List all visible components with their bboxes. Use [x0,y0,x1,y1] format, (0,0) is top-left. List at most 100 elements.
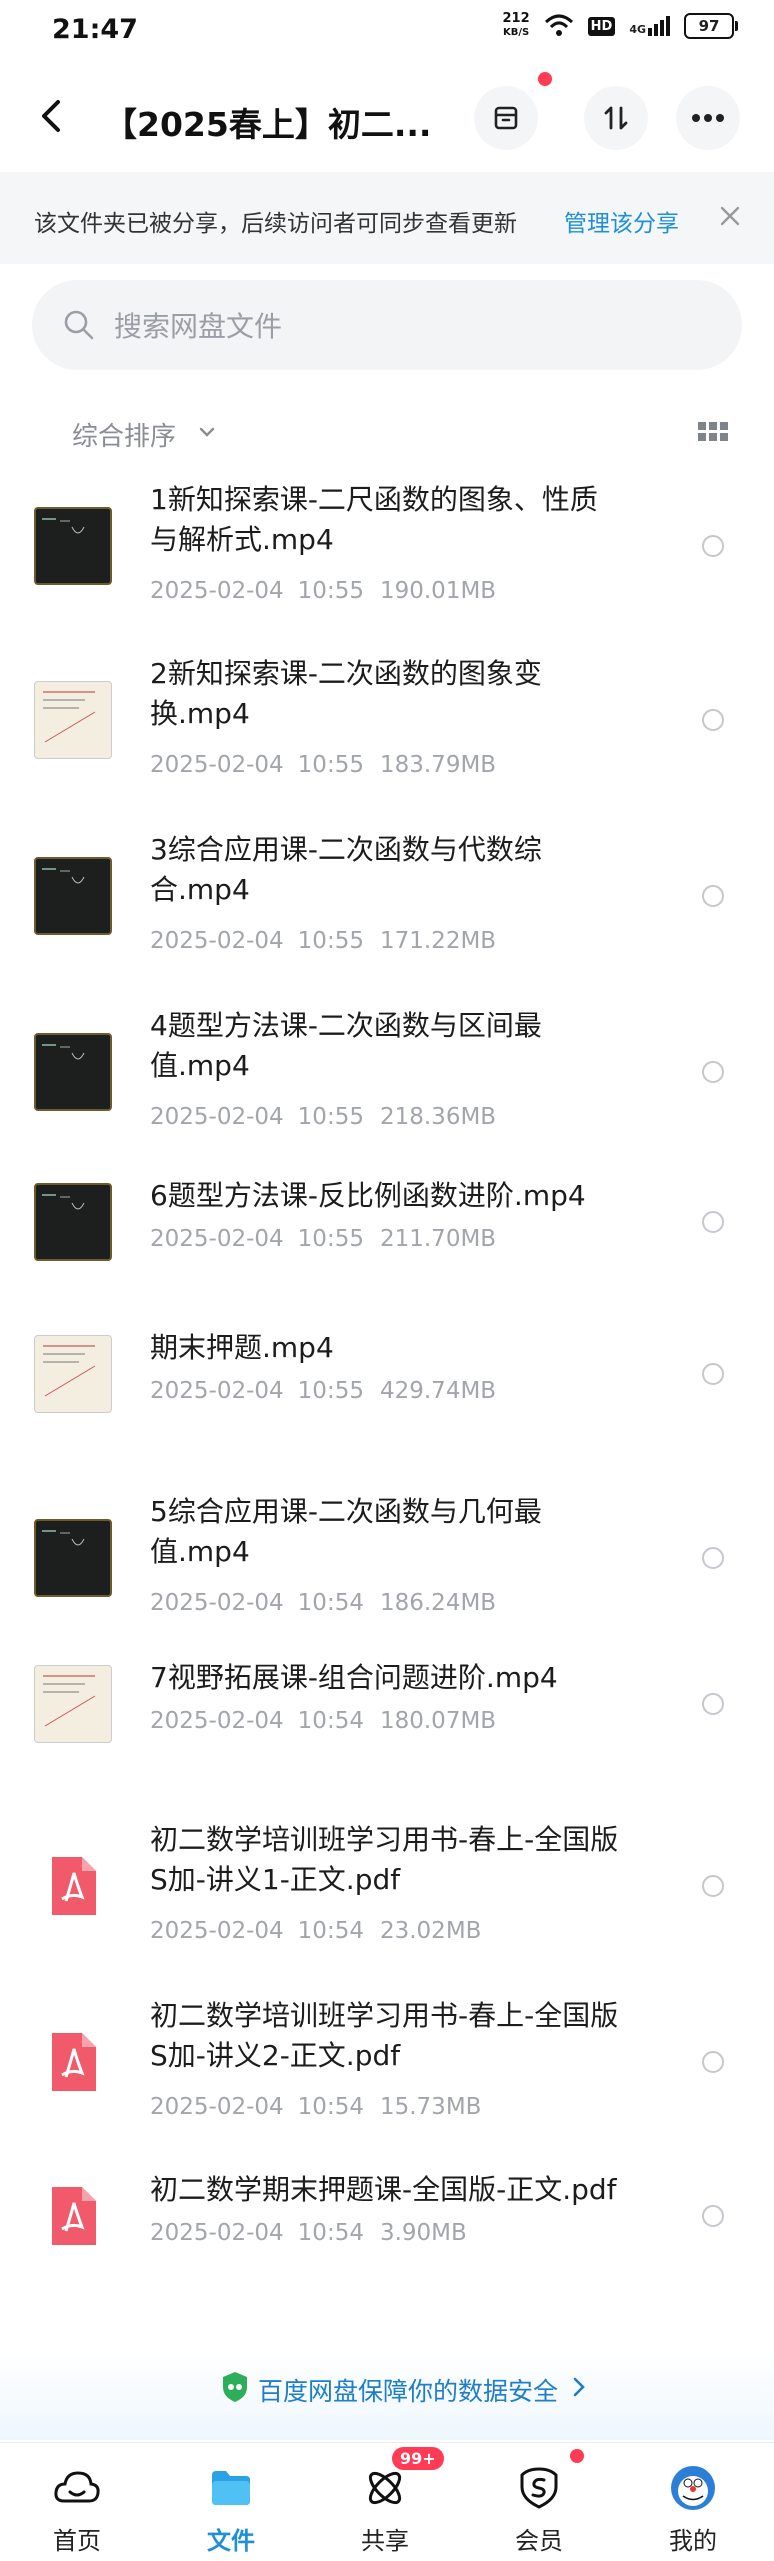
file-meta: 2025-02-04 10:54 3.90MB [150,2220,467,2246]
tab-label: 文件 [207,2527,255,2555]
more-icon [692,114,724,122]
file-row[interactable]: 初二数学培训班学习用书-春上-全国版 S加-讲义1-正文.pdf 2025-02-0… [0,1810,774,1978]
vip-diamond-icon [520,2467,558,2509]
select-checkbox[interactable] [702,1693,724,1715]
status-icons: 212 KB/S HD 4G 97 [502,11,738,40]
select-checkbox[interactable] [702,1363,724,1385]
select-checkbox[interactable] [702,1875,724,1897]
paper-thumbnail-icon [43,691,96,743]
file-date: 2025-02-04 [150,1104,284,1130]
pdf-icon [52,2033,96,2091]
file-row[interactable]: 4题型方法课-二次函数与区间最 值.mp4 2025-02-04 10:55 218.3… [0,996,774,1164]
blackboard-thumbnail-icon [42,1044,85,1060]
safety-text: 百度网盘保障你的数据安全 [258,2377,559,2406]
file-meta: 2025-02-04 10:54 23.02MB [150,1918,481,1944]
tab-home[interactable]: 首页 [0,2443,154,2561]
file-name-line2: 值.mp4 [150,1049,250,1082]
select-checkbox[interactable] [702,535,724,557]
archive-icon [494,106,518,130]
chevron-left-icon[interactable] [30,94,74,138]
hd-icon: HD [587,16,616,36]
search-input[interactable] [112,280,716,372]
video-thumbnail [34,1033,112,1111]
sort-dropdown[interactable]: 综合排序 [72,416,176,453]
file-row[interactable]: 3综合应用课-二次函数与代数综 合.mp4 2025-02-04 10:55 171.2… [0,820,774,988]
file-date: 2025-02-04 [150,1226,284,1252]
safety-banner[interactable]: 百度网盘保障你的数据安全 [0,2350,774,2440]
file-name-line2: S加-讲义2-正文.pdf [150,2039,401,2072]
select-checkbox[interactable] [702,2205,724,2227]
file-name: 5综合应用课-二次函数与几何最 [150,1495,542,1528]
tab-vip[interactable]: 会员 [462,2443,616,2561]
file-name: 初二数学培训班学习用书-春上-全国版 [150,1999,619,2032]
file-name-line2: 合.mp4 [150,873,250,906]
tab-label: 首页 [53,2527,101,2555]
share-banner: 该文件夹已被分享，后续访问者可同步查看更新 管理该分享 [0,172,774,264]
select-checkbox[interactable] [702,1061,724,1083]
blackboard-thumbnail-icon [42,1530,85,1546]
tab-files[interactable]: 文件 [154,2443,308,2561]
folder-icon [212,2471,250,2505]
close-icon[interactable] [716,202,744,230]
tab-share[interactable]: 99+ 共享 [308,2443,462,2561]
file-meta: 2025-02-04 10:54 180.07MB [150,1708,496,1734]
file-meta: 2025-02-04 10:54 186.24MB [150,1590,496,1616]
file-size: 23.02MB [379,1918,482,1944]
bottom-tab-bar: 首页 文件 99+ 共享 会员 我的 [0,2442,774,2561]
sort-button[interactable] [584,86,648,150]
grid-view-icon[interactable] [698,422,728,442]
file-meta: 2025-02-04 10:55 429.74MB [150,1378,496,1404]
file-size: 183.79MB [379,752,497,778]
file-size: 171.22MB [379,928,497,954]
select-checkbox[interactable] [702,1547,724,1569]
file-name: 6题型方法课-反比例函数进阶.mp4 [150,1179,586,1212]
file-meta: 2025-02-04 10:55 218.36MB [150,1104,496,1130]
file-size: 190.01MB [379,578,497,604]
manage-share-link[interactable]: 管理该分享 [564,204,679,238]
chevron-down-icon[interactable] [198,426,216,438]
search-box[interactable] [32,280,742,372]
status-time: 21:47 [52,14,138,45]
file-row[interactable]: 1新知探索课-二尺函数的图象、性质 与解析式.mp4 2025-02-04 10:55… [0,470,774,638]
file-name: 初二数学培训班学习用书-春上-全国版 [150,1823,619,1856]
file-name: 2新知探索课-二次函数的图象变 [150,657,542,690]
file-date: 2025-02-04 [150,752,284,778]
tab-label: 会员 [515,2527,563,2555]
file-size: 186.24MB [379,1590,497,1616]
page-title: 【2025春上】初二... [104,105,432,144]
more-button[interactable] [676,86,740,150]
avatar-icon [671,2466,715,2510]
file-time: 10:54 [297,2220,364,2246]
video-thumbnail [34,1183,112,1261]
select-checkbox[interactable] [702,885,724,907]
file-date: 2025-02-04 [150,2220,284,2246]
select-checkbox[interactable] [702,709,724,731]
file-row[interactable]: 期末押题.mp4 2025-02-04 10:55 429.74MB [0,1320,774,1460]
file-meta: 2025-02-04 10:54 15.73MB [150,2094,481,2120]
file-date: 2025-02-04 [150,1708,284,1734]
file-size: 429.74MB [379,1378,497,1404]
file-row[interactable]: 初二数学期末押题课-全国版-正文.pdf 2025-02-04 10:54 3.90M… [0,2162,774,2302]
file-size: 211.70MB [379,1226,497,1252]
chevron-right-icon [573,2377,585,2397]
file-row[interactable]: 初二数学培训班学习用书-春上-全国版 S加-讲义2-正文.pdf 2025-02-0… [0,1986,774,2154]
select-checkbox[interactable] [702,2051,724,2073]
tab-label: 我的 [669,2527,717,2555]
pdf-icon [52,2187,96,2245]
share-banner-text: 该文件夹已被分享，后续访问者可同步查看更新 [34,211,517,237]
pdf-file-icon [34,1847,112,1925]
tab-mine[interactable]: 我的 [616,2443,770,2561]
file-row[interactable]: 2新知探索课-二次函数的图象变 换.mp4 2025-02-04 10:55 183.7… [0,644,774,812]
file-row[interactable]: 6题型方法课-反比例函数进阶.mp4 2025-02-04 10:55 211.70M… [0,1168,774,1308]
home-cloud-icon [54,2471,100,2503]
file-time: 10:54 [297,2094,364,2120]
archive-button[interactable] [474,86,538,150]
file-row[interactable]: 5综合应用课-二次函数与几何最 值.mp4 2025-02-04 10:54 186.2… [0,1482,774,1650]
video-thumbnail [34,1665,112,1743]
select-checkbox[interactable] [702,1211,724,1233]
file-row[interactable]: 7视野拓展课-组合问题进阶.mp4 2025-02-04 10:54 180.07MB [0,1650,774,1790]
net-speed-value: 212 [502,11,530,26]
file-meta: 2025-02-04 10:55 183.79MB [150,752,496,778]
pdf-file-icon [34,2023,112,2101]
vip-notification-dot [570,2449,584,2463]
